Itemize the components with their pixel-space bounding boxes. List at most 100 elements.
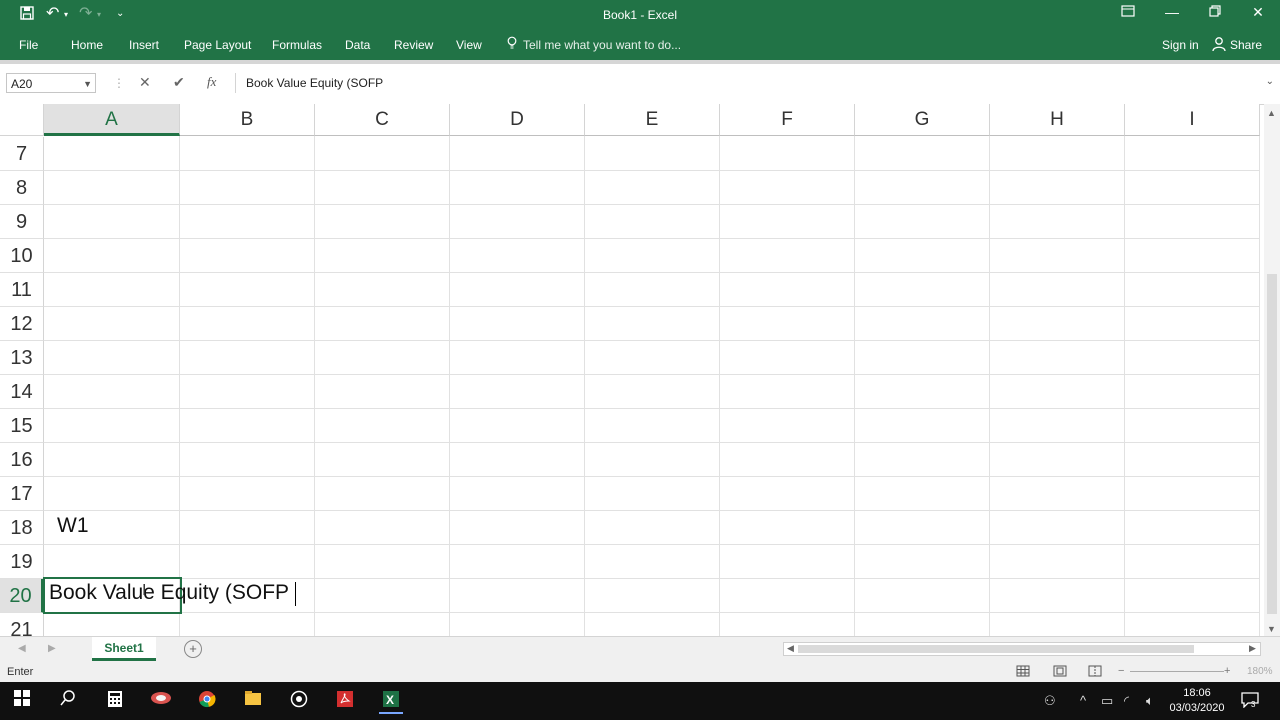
page-layout-view-icon[interactable] [1053, 665, 1067, 680]
column-header-g[interactable]: G [855, 104, 990, 136]
media-app-icon[interactable] [287, 690, 311, 712]
vertical-scroll-thumb[interactable] [1267, 274, 1277, 614]
tab-view[interactable]: View [456, 38, 482, 52]
row-header-15[interactable]: 15 [0, 409, 44, 443]
normal-view-icon[interactable] [1016, 665, 1030, 680]
app-icon[interactable] [149, 690, 173, 712]
formula-input[interactable]: Book Value Equity (SOFP [235, 73, 1275, 93]
sign-in-link[interactable]: Sign in [1162, 38, 1199, 52]
zoom-slider[interactable] [1130, 671, 1224, 672]
cancel-icon[interactable]: ✕ [139, 74, 151, 91]
tab-page-layout[interactable]: Page Layout [184, 38, 251, 52]
page-break-preview-icon[interactable] [1088, 665, 1102, 680]
column-header-h[interactable]: H [990, 104, 1125, 136]
row-header-14[interactable]: 14 [0, 375, 44, 409]
gridline [44, 374, 1260, 375]
excel-icon[interactable]: X [379, 690, 403, 714]
close-icon[interactable]: ✕ [1246, 4, 1270, 24]
acrobat-icon[interactable] [333, 690, 357, 712]
scroll-left-icon[interactable]: ◀ [787, 643, 794, 654]
wifi-icon[interactable]: ◜ [1124, 693, 1129, 709]
row-header-11[interactable]: 11 [0, 273, 44, 307]
vertical-scrollbar[interactable]: ▲ ▼ [1264, 104, 1280, 636]
system-clock[interactable]: 18:06 03/03/2020 [1168, 686, 1226, 716]
tab-data[interactable]: Data [345, 38, 370, 52]
action-center-icon[interactable]: 3 [1241, 692, 1259, 713]
cell-a18[interactable]: W1 [57, 514, 89, 538]
tab-home[interactable]: Home [71, 38, 103, 52]
sheet-nav-prev-icon[interactable]: ◀ [18, 643, 26, 654]
gridline [44, 272, 1260, 273]
minimize-icon[interactable]: — [1160, 4, 1184, 24]
row-header-19[interactable]: 19 [0, 545, 44, 579]
gridline [44, 476, 1260, 477]
row-header-17[interactable]: 17 [0, 477, 44, 511]
sheet-tab-sheet1[interactable]: Sheet1 [92, 637, 156, 661]
row-header-16[interactable]: 16 [0, 443, 44, 477]
share-button[interactable]: Share [1230, 38, 1262, 52]
tab-formulas[interactable]: Formulas [272, 38, 322, 52]
search-icon[interactable] [56, 690, 80, 712]
column-header-d[interactable]: D [450, 104, 585, 136]
tab-file[interactable]: File [19, 38, 38, 52]
select-all-corner[interactable] [0, 104, 44, 136]
file-explorer-icon[interactable] [241, 690, 265, 712]
name-box[interactable]: A20 ▼ [6, 73, 96, 93]
worksheet-grid[interactable]: A B C D E F G H I 7 8 9 10 11 12 13 14 1… [0, 104, 1264, 636]
ribbon-display-options-icon[interactable] [1116, 4, 1140, 24]
gridline [719, 136, 720, 636]
zoom-in-icon[interactable]: + [1224, 665, 1230, 677]
name-box-dropdown-icon[interactable]: ▼ [83, 74, 92, 94]
tab-insert[interactable]: Insert [129, 38, 159, 52]
cell-a20-editing[interactable]: Book Value Equity (SOFP [49, 581, 289, 605]
row-header-13[interactable]: 13 [0, 341, 44, 375]
windows-icon[interactable] [10, 690, 34, 712]
column-header-e[interactable]: E [585, 104, 720, 136]
formula-bar: A20 ▼ ⋮ ✕ ✔ fx Book Value Equity (SOFP ⌄ [0, 64, 1280, 105]
row-header-21[interactable]: 21 [0, 613, 44, 636]
row-header-9[interactable]: 9 [0, 205, 44, 239]
row-header-18[interactable]: 18 [0, 511, 44, 545]
gridline [44, 238, 1260, 239]
svg-text:X: X [386, 693, 394, 707]
gridline [44, 612, 1260, 613]
row-header-12[interactable]: 12 [0, 307, 44, 341]
calculator-icon[interactable] [103, 690, 127, 712]
scroll-down-icon[interactable]: ▼ [1267, 624, 1276, 634]
column-header-b[interactable]: B [180, 104, 315, 136]
volume-icon[interactable]: 🔈︎ [1146, 693, 1154, 709]
clock-time: 18:06 [1183, 687, 1211, 699]
zoom-out-icon[interactable]: − [1118, 665, 1124, 677]
show-hidden-icons-icon[interactable]: ^ [1080, 693, 1086, 708]
notification-count: 3 [1251, 700, 1256, 708]
enter-icon[interactable]: ✔ [173, 74, 185, 91]
tell-me-search[interactable]: Tell me what you want to do... [523, 38, 681, 52]
expand-formula-bar-icon[interactable]: ⌄ [1266, 76, 1274, 87]
column-header-c[interactable]: C [315, 104, 450, 136]
lightbulb-icon [507, 36, 517, 53]
gridline [449, 136, 450, 636]
tab-review[interactable]: Review [394, 38, 433, 52]
horizontal-scroll-thumb[interactable] [798, 645, 1194, 653]
zoom-level[interactable]: 180% [1247, 666, 1273, 677]
column-header-f[interactable]: F [720, 104, 855, 136]
gridline [854, 136, 855, 636]
column-header-a[interactable]: A [44, 104, 180, 136]
row-header-8[interactable]: 8 [0, 171, 44, 205]
windows-taskbar: X ⚇ ^ ▭ ◜ 🔈︎ 18:06 03/03/2020 3 [0, 682, 1280, 720]
row-header-7[interactable]: 7 [0, 137, 44, 171]
row-header-20[interactable]: 20 [0, 579, 44, 613]
chrome-icon[interactable] [195, 690, 219, 712]
column-header-i[interactable]: I [1125, 104, 1260, 136]
restore-icon[interactable] [1203, 4, 1227, 24]
sheet-nav-next-icon[interactable]: ▶ [48, 643, 56, 654]
battery-icon[interactable]: ▭ [1101, 693, 1113, 709]
scroll-right-icon[interactable]: ▶ [1249, 643, 1256, 654]
new-sheet-icon[interactable]: + [184, 640, 202, 658]
people-icon[interactable]: ⚇ [1044, 693, 1056, 709]
scroll-up-icon[interactable]: ▲ [1267, 108, 1276, 118]
gridline [44, 340, 1260, 341]
row-header-10[interactable]: 10 [0, 239, 44, 273]
horizontal-scrollbar[interactable]: ◀ ▶ [783, 642, 1261, 656]
insert-function-button[interactable]: fx [207, 74, 216, 90]
